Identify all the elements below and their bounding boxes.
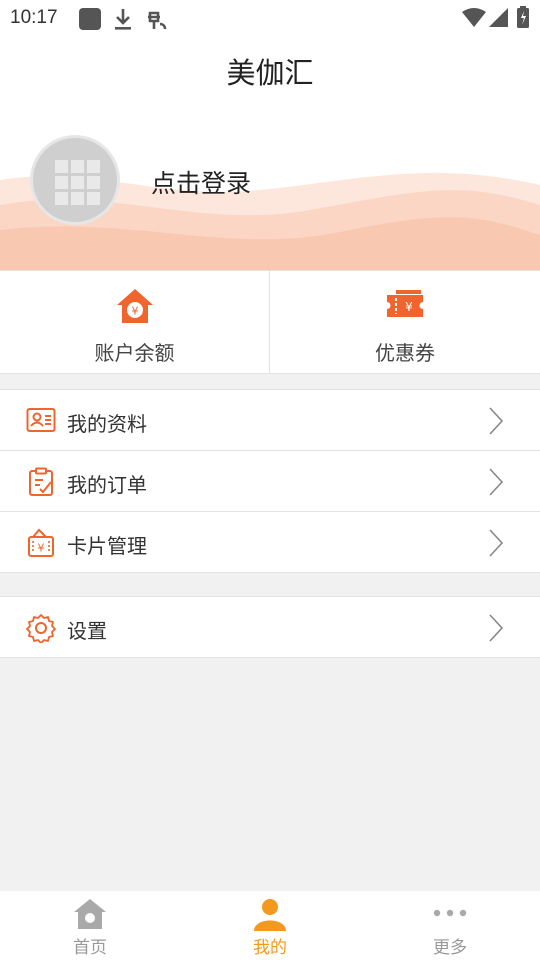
tab-label: 首页 xyxy=(73,938,107,958)
home-icon xyxy=(72,897,108,935)
person-icon xyxy=(252,897,288,935)
login-link[interactable]: 点击登录 xyxy=(151,164,251,200)
tab-more[interactable]: 更多 xyxy=(360,891,540,960)
app-header: 美伽汇 xyxy=(0,36,540,102)
card-wallet-icon: ¥ xyxy=(26,528,56,562)
menu-item-settings[interactable]: 设置 xyxy=(0,597,540,658)
clipboard-order-icon xyxy=(26,467,56,501)
chevron-right-icon xyxy=(488,406,504,440)
avatar-placeholder-icon xyxy=(55,160,100,205)
notification-square-icon xyxy=(78,7,102,35)
ticket-icon: ¥ xyxy=(385,287,425,327)
tab-home[interactable]: 首页 xyxy=(0,891,180,960)
battery-icon xyxy=(517,6,529,32)
tab-label: 更多 xyxy=(433,938,467,958)
home-yen-icon: ¥ xyxy=(115,287,155,329)
profile-banner[interactable]: 点击登录 xyxy=(0,102,540,270)
svg-text:¥: ¥ xyxy=(132,305,139,318)
menu-item-my-profile[interactable]: 我的资料 xyxy=(0,390,540,451)
page-title: 美伽汇 xyxy=(226,56,314,90)
menu-item-label: 我的资料 xyxy=(67,412,147,436)
bottom-tab-bar: 首页 我的 更多 xyxy=(0,891,540,960)
menu-item-label: 卡片管理 xyxy=(67,534,147,558)
menu-item-label: 我的订单 xyxy=(67,473,147,497)
menu-item-my-orders[interactable]: 我的订单 xyxy=(0,451,540,512)
status-time: 10:17 xyxy=(10,7,58,28)
tab-label: 我的 xyxy=(253,938,287,958)
tab-mine[interactable]: 我的 xyxy=(180,891,360,960)
menu-list: 我的资料 我的订单 ¥ 卡片管理 xyxy=(0,389,540,573)
gear-icon xyxy=(26,613,56,647)
debug-bug-icon xyxy=(144,7,170,37)
profile-card-icon xyxy=(26,406,56,438)
avatar[interactable] xyxy=(30,135,120,225)
svg-text:¥: ¥ xyxy=(405,300,413,314)
chevron-right-icon xyxy=(488,613,504,647)
account-balance-button[interactable]: ¥ 账户余额 xyxy=(0,271,270,373)
wallet-row: ¥ 账户余额 ¥ 优惠券 xyxy=(0,270,540,374)
chevron-right-icon xyxy=(488,528,504,562)
download-icon xyxy=(112,7,134,35)
chevron-right-icon xyxy=(488,467,504,501)
coupon-button[interactable]: ¥ 优惠券 xyxy=(270,271,540,373)
wifi-icon xyxy=(462,8,486,32)
svg-text:¥: ¥ xyxy=(38,542,45,555)
settings-list: 设置 xyxy=(0,596,540,658)
signal-icon xyxy=(489,8,509,32)
status-bar: 10:17 xyxy=(0,0,540,36)
coupon-label: 优惠券 xyxy=(375,341,435,365)
menu-item-label: 设置 xyxy=(67,619,107,643)
account-balance-label: 账户余额 xyxy=(94,341,175,365)
more-dots-icon xyxy=(432,897,468,935)
menu-item-card-management[interactable]: ¥ 卡片管理 xyxy=(0,512,540,573)
